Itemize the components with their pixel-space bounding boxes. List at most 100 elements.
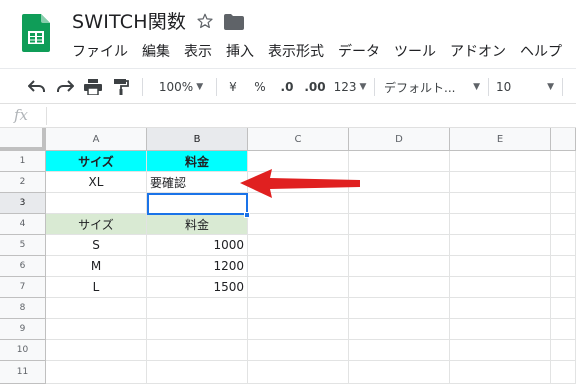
row-header-2[interactable]: 2 bbox=[0, 172, 46, 193]
cell-a5[interactable]: S bbox=[46, 235, 147, 256]
empty-cell[interactable] bbox=[349, 340, 450, 361]
empty-cell[interactable] bbox=[46, 319, 147, 340]
menu-tools[interactable]: ツール bbox=[394, 40, 442, 62]
menu-view[interactable]: 表示 bbox=[184, 40, 218, 62]
empty-cell[interactable] bbox=[450, 361, 551, 384]
empty-cell[interactable] bbox=[450, 172, 551, 193]
cell-a4[interactable]: サイズ bbox=[46, 214, 147, 235]
paint-format-button[interactable] bbox=[110, 77, 132, 97]
cell-a7[interactable]: L bbox=[46, 277, 147, 298]
select-all-corner[interactable] bbox=[0, 128, 46, 151]
empty-cell[interactable] bbox=[349, 151, 450, 172]
row-header-5[interactable]: 5 bbox=[0, 235, 46, 256]
currency-button[interactable]: ¥ bbox=[222, 77, 244, 97]
empty-cell[interactable] bbox=[248, 214, 349, 235]
increase-decimal-button[interactable]: .00 bbox=[302, 77, 328, 97]
menu-format[interactable]: 表示形式 bbox=[268, 40, 330, 62]
empty-cell[interactable] bbox=[248, 340, 349, 361]
column-header-f[interactable] bbox=[551, 128, 576, 151]
empty-cell[interactable] bbox=[450, 256, 551, 277]
folder-icon[interactable] bbox=[224, 14, 244, 30]
empty-cell[interactable] bbox=[349, 172, 450, 193]
empty-cell[interactable] bbox=[551, 277, 576, 298]
redo-button[interactable] bbox=[54, 77, 76, 97]
empty-cell[interactable] bbox=[551, 298, 576, 319]
row-header-3[interactable]: 3 bbox=[0, 193, 46, 214]
empty-cell[interactable] bbox=[248, 319, 349, 340]
empty-cell[interactable] bbox=[349, 298, 450, 319]
empty-cell[interactable] bbox=[551, 340, 576, 361]
empty-cell[interactable] bbox=[450, 193, 551, 214]
empty-cell[interactable] bbox=[147, 361, 248, 384]
row-header-6[interactable]: 6 bbox=[0, 256, 46, 277]
empty-cell[interactable] bbox=[551, 256, 576, 277]
font-family-select[interactable]: デフォルト... ▼ bbox=[384, 77, 480, 97]
empty-cell[interactable] bbox=[46, 298, 147, 319]
column-header-c[interactable]: C bbox=[248, 128, 349, 151]
percent-button[interactable]: % bbox=[250, 77, 270, 97]
cell-b1[interactable]: 料金 bbox=[147, 151, 248, 172]
star-icon[interactable] bbox=[196, 12, 214, 30]
menu-data[interactable]: データ bbox=[338, 40, 386, 62]
more-formats-select[interactable]: 123 ▼ bbox=[332, 77, 368, 97]
cell-b2[interactable]: 要確認 bbox=[147, 172, 248, 193]
font-size-select[interactable]: 10 ▼ bbox=[496, 77, 554, 97]
row-header-10[interactable]: 10 bbox=[0, 340, 46, 361]
empty-cell[interactable] bbox=[450, 277, 551, 298]
menu-edit[interactable]: 編集 bbox=[142, 40, 176, 62]
column-header-b[interactable]: B bbox=[147, 128, 248, 151]
cell-a3[interactable] bbox=[46, 193, 147, 214]
empty-cell[interactable] bbox=[551, 235, 576, 256]
document-title[interactable]: SWITCH関数 bbox=[72, 7, 186, 34]
column-header-e[interactable]: E bbox=[450, 128, 551, 151]
empty-cell[interactable] bbox=[551, 361, 576, 384]
zoom-select[interactable]: 100% ▼ bbox=[150, 77, 212, 97]
empty-cell[interactable] bbox=[450, 235, 551, 256]
menu-insert[interactable]: 挿入 bbox=[226, 40, 260, 62]
row-header-4[interactable]: 4 bbox=[0, 214, 46, 235]
empty-cell[interactable] bbox=[450, 319, 551, 340]
column-header-a[interactable]: A bbox=[46, 128, 147, 151]
cell-a2[interactable]: XL bbox=[46, 172, 147, 193]
empty-cell[interactable] bbox=[551, 151, 576, 172]
cell-b3-selected[interactable] bbox=[147, 193, 248, 215]
menu-help[interactable]: ヘルプ bbox=[520, 40, 568, 62]
empty-cell[interactable] bbox=[46, 340, 147, 361]
sheets-logo-icon[interactable] bbox=[22, 14, 50, 52]
empty-cell[interactable] bbox=[248, 256, 349, 277]
empty-cell[interactable] bbox=[147, 298, 248, 319]
cell-a1[interactable]: サイズ bbox=[46, 151, 147, 172]
undo-button[interactable] bbox=[26, 77, 48, 97]
empty-cell[interactable] bbox=[349, 361, 450, 384]
menu-addons[interactable]: アドオン bbox=[450, 40, 512, 62]
cell-b7[interactable]: 1500 bbox=[147, 277, 248, 298]
empty-cell[interactable] bbox=[551, 172, 576, 193]
empty-cell[interactable] bbox=[551, 193, 576, 214]
row-header-9[interactable]: 9 bbox=[0, 319, 46, 340]
empty-cell[interactable] bbox=[349, 319, 450, 340]
row-header-11[interactable]: 11 bbox=[0, 361, 46, 384]
empty-cell[interactable] bbox=[248, 277, 349, 298]
empty-cell[interactable] bbox=[46, 361, 147, 384]
empty-cell[interactable] bbox=[349, 277, 450, 298]
empty-cell[interactable] bbox=[248, 298, 349, 319]
formula-input[interactable] bbox=[52, 106, 572, 126]
empty-cell[interactable] bbox=[147, 340, 248, 361]
cell-a6[interactable]: M bbox=[46, 256, 147, 277]
cell-b4[interactable]: 料金 bbox=[147, 214, 248, 235]
column-header-d[interactable]: D bbox=[349, 128, 450, 151]
row-header-7[interactable]: 7 bbox=[0, 277, 46, 298]
empty-cell[interactable] bbox=[248, 361, 349, 384]
menu-file[interactable]: ファイル bbox=[72, 40, 134, 62]
cell-b5[interactable]: 1000 bbox=[147, 235, 248, 256]
empty-cell[interactable] bbox=[450, 151, 551, 172]
print-button[interactable] bbox=[82, 77, 104, 97]
cell-b6[interactable]: 1200 bbox=[147, 256, 248, 277]
empty-cell[interactable] bbox=[147, 319, 248, 340]
fill-handle[interactable] bbox=[244, 212, 250, 218]
empty-cell[interactable] bbox=[349, 235, 450, 256]
empty-cell[interactable] bbox=[551, 319, 576, 340]
empty-cell[interactable] bbox=[450, 298, 551, 319]
empty-cell[interactable] bbox=[248, 235, 349, 256]
row-header-8[interactable]: 8 bbox=[0, 298, 46, 319]
